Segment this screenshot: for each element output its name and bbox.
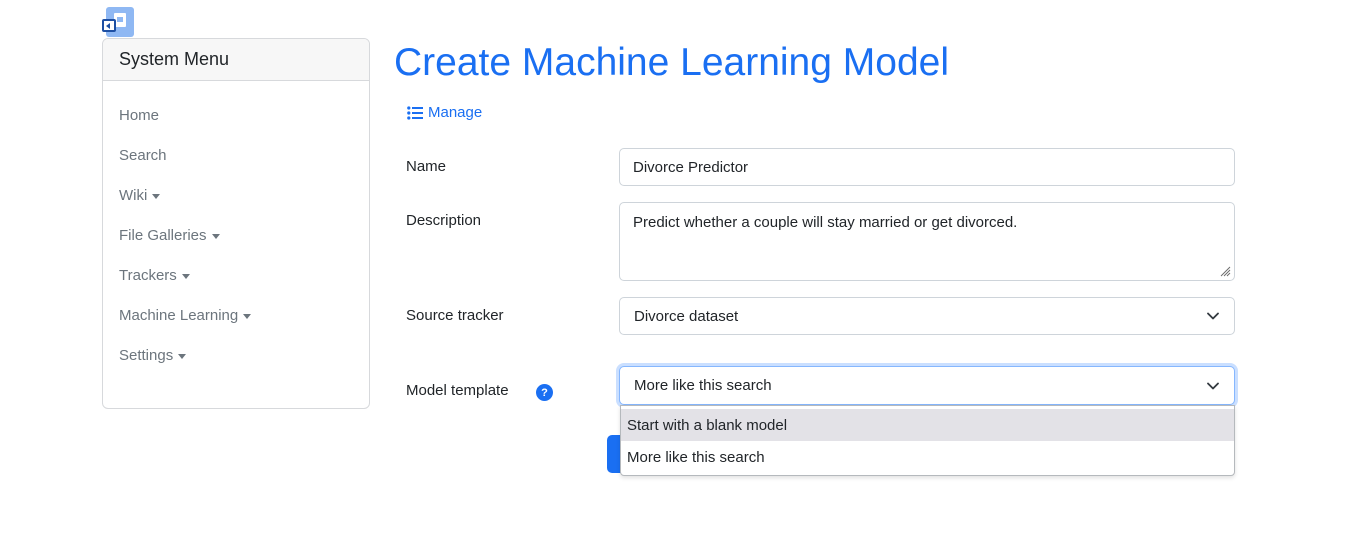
source-tracker-value: Divorce dataset — [634, 307, 739, 325]
option-blank-model[interactable]: Start with a blank model — [621, 409, 1234, 441]
chevron-down-icon — [1207, 382, 1219, 389]
manage-link[interactable]: Manage — [407, 104, 482, 121]
description-textarea-value: Predict whether a couple will stay marri… — [633, 214, 1018, 231]
system-menu-sidebar: System Menu Home Search Wiki File Galler… — [102, 38, 370, 409]
sidebar-item-settings[interactable]: Settings — [103, 347, 369, 387]
sidebar-item-file-galleries[interactable]: File Galleries — [103, 227, 369, 267]
sidebar-item-wiki[interactable]: Wiki — [103, 187, 369, 227]
caret-down-icon — [243, 314, 252, 319]
sidebar-item-label: Settings — [119, 347, 174, 364]
caret-down-icon — [211, 234, 220, 239]
resize-handle-icon[interactable] — [1219, 265, 1231, 277]
list-icon — [407, 105, 423, 120]
question-circle-icon[interactable]: ? — [536, 384, 553, 401]
model-template-value: More like this search — [634, 377, 772, 394]
name-label: Name — [406, 158, 447, 175]
source-tracker-label: Source tracker — [406, 307, 504, 324]
model-template-select[interactable]: More like this search — [619, 366, 1235, 405]
model-template-dropdown: Start with a blank model More like this … — [620, 405, 1235, 476]
description-textarea[interactable]: Predict whether a couple will stay marri… — [619, 202, 1235, 281]
chevron-down-icon — [1207, 312, 1219, 320]
name-input[interactable]: Divorce Predictor — [619, 148, 1235, 186]
sidebar-item-label: Machine Learning — [119, 307, 239, 324]
sidebar-item-label: Trackers — [119, 267, 177, 284]
toggle-panel-icon[interactable] — [102, 7, 134, 39]
caret-down-icon — [181, 274, 190, 279]
name-input-value: Divorce Predictor — [633, 158, 749, 176]
sidebar-item-label: Search — [119, 147, 167, 164]
sidebar-item-home[interactable]: Home — [103, 107, 369, 147]
option-more-like-this-search[interactable]: More like this search — [621, 441, 1234, 473]
manage-link-label: Manage — [428, 104, 483, 121]
sidebar-list: Home Search Wiki File Galleries Trackers… — [103, 81, 369, 387]
sidebar-item-label: Wiki — [119, 187, 148, 204]
panel-toggle-icon — [102, 19, 116, 32]
description-label: Description — [406, 212, 482, 229]
sidebar-title: System Menu — [103, 39, 369, 81]
sidebar-item-label: File Galleries — [119, 227, 207, 244]
sidebar-item-label: Home — [119, 107, 160, 124]
model-template-label: Model template — [406, 382, 509, 399]
sidebar-item-search[interactable]: Search — [103, 147, 369, 187]
sidebar-item-trackers[interactable]: Trackers — [103, 267, 369, 307]
sidebar-item-machine-learning[interactable]: Machine Learning — [103, 307, 369, 347]
caret-down-icon — [178, 354, 187, 359]
source-tracker-select[interactable]: Divorce dataset — [619, 297, 1235, 335]
page: System Menu Home Search Wiki File Galler… — [0, 0, 1346, 549]
page-title: Create Machine Learning Model — [394, 41, 949, 84]
caret-down-icon — [152, 194, 161, 199]
